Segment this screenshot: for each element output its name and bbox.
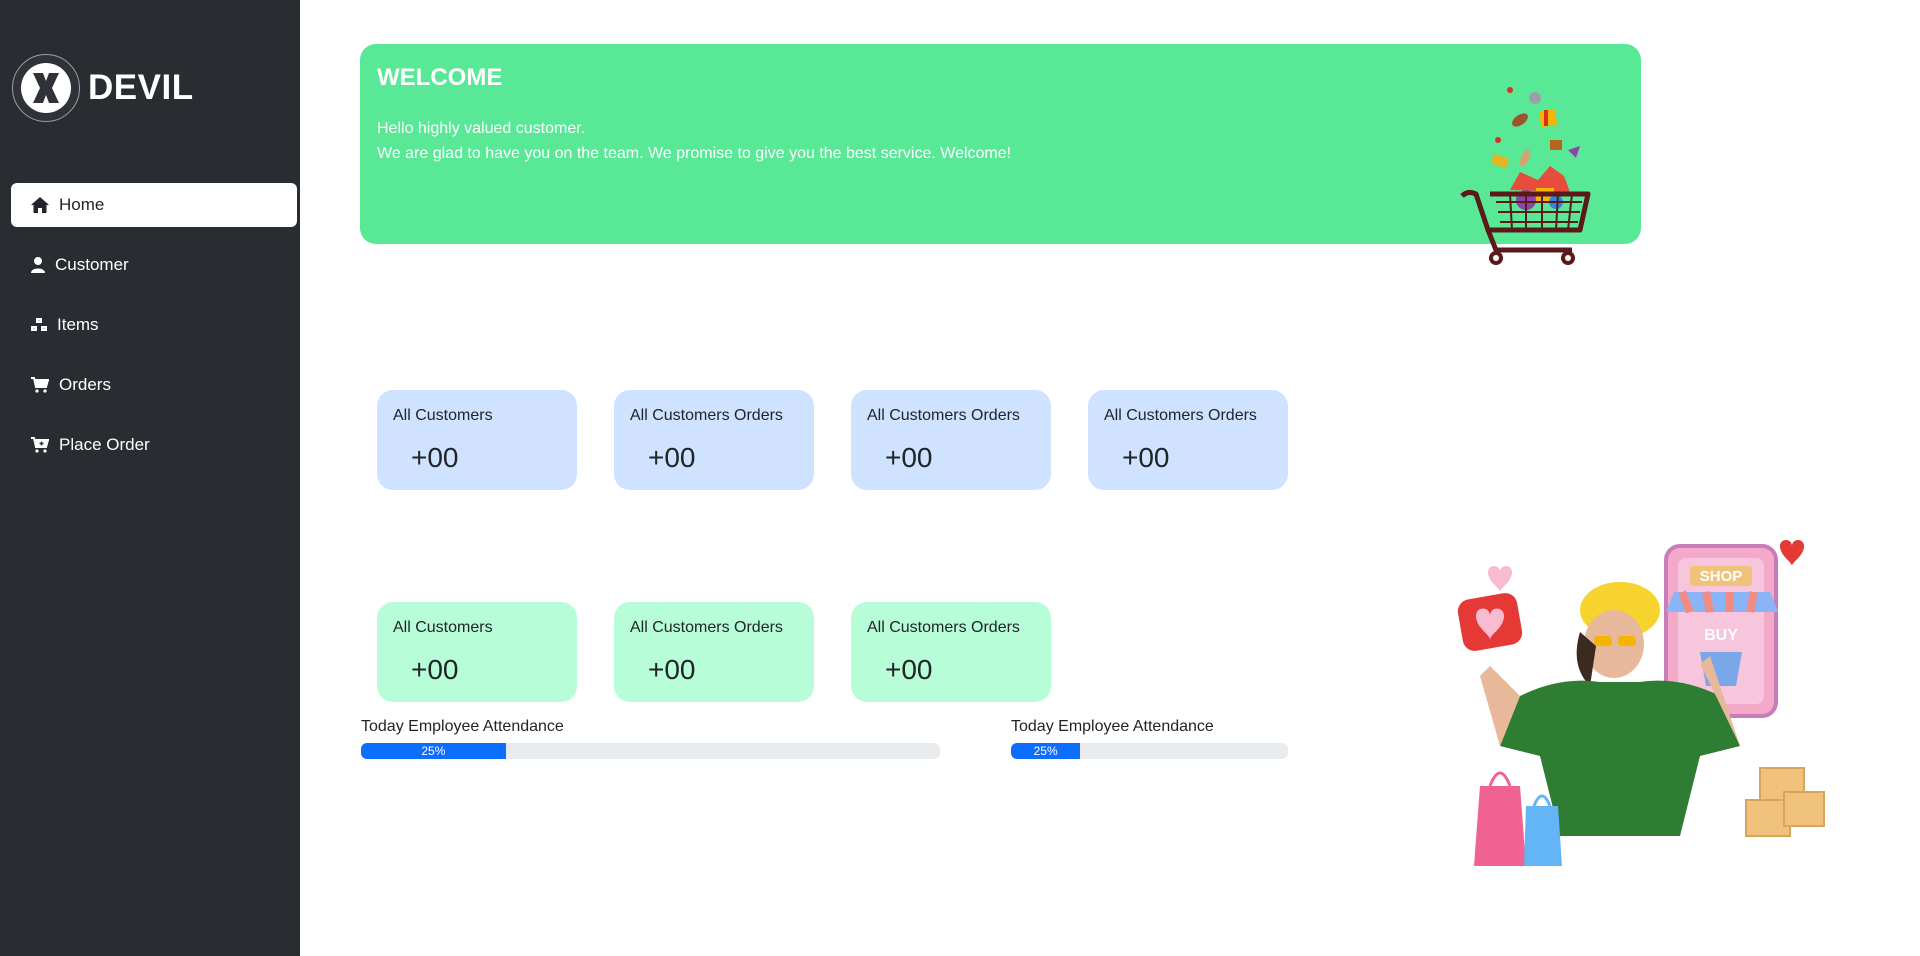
welcome-line-1: Hello highly valued customer. (377, 120, 586, 137)
stat-card[interactable]: All Customers Orders +00 (1088, 390, 1288, 490)
progress-track: 25% (361, 743, 940, 759)
stat-card[interactable]: All Customers Orders +00 (614, 390, 814, 490)
stat-card-value: +00 (411, 654, 459, 685)
x-logo-icon (12, 54, 80, 122)
stat-card-value: +00 (885, 442, 933, 473)
progress-track: 25% (1011, 743, 1288, 759)
svg-text:BUY: BUY (1704, 627, 1738, 644)
shopper-illustration: SHOP BUY (1457, 540, 1825, 866)
sidebar-item-customer[interactable]: Customer (11, 243, 297, 287)
sidebar-item-label: Items (57, 315, 99, 334)
stat-card-value: +00 (648, 442, 696, 473)
stat-card-value: +00 (885, 654, 933, 685)
sidebar-item-label: Home (59, 195, 105, 214)
stat-card-value: +00 (1122, 442, 1170, 473)
sidebar-item-place-order[interactable]: Place Order (11, 423, 297, 467)
sidebar-item-home[interactable]: Home (11, 183, 297, 227)
stat-card-label: All Customers Orders (630, 407, 783, 424)
sidebar-item-label: Orders (59, 375, 111, 394)
progress-label: Today Employee Attendance (1011, 718, 1214, 735)
stat-card[interactable]: All Customers Orders +00 (614, 602, 814, 702)
sidebar-item-label: Customer (55, 255, 129, 274)
welcome-message: Hello highly valued customer. We are gla… (377, 116, 1011, 166)
stat-card[interactable]: All Customers +00 (377, 602, 577, 702)
stat-card[interactable]: All Customers Orders +00 (851, 602, 1051, 702)
attendance-progress: Today Employee Attendance 25% (361, 718, 940, 759)
stat-card-value: +00 (648, 654, 696, 685)
brand[interactable]: DEVIL (12, 54, 194, 122)
welcome-banner: WELCOME Hello highly valued customer. We… (360, 44, 1641, 265)
stat-card-label: All Customers (393, 407, 493, 424)
brand-name: DEVIL (88, 68, 194, 107)
stat-card[interactable]: All Customers Orders +00 (851, 390, 1051, 490)
stat-card[interactable]: All Customers +00 (377, 390, 577, 490)
stat-card-value: +00 (411, 442, 459, 473)
sidebar-item-orders[interactable]: Orders (11, 363, 297, 407)
sidebar-item-items[interactable]: Items (11, 303, 297, 347)
stat-card-label: All Customers Orders (867, 619, 1020, 636)
welcome-title: WELCOME (377, 64, 503, 91)
stat-card-label: All Customers (393, 619, 493, 636)
stat-card-label: All Customers Orders (630, 619, 783, 636)
progress-fill: 25% (361, 743, 506, 759)
sidebar: DEVIL Home Customer Items Orders Place O… (0, 0, 300, 956)
cart-icon (31, 377, 49, 393)
stat-card-label: All Customers Orders (1104, 407, 1257, 424)
welcome-line-2: We are glad to have you on the team. We … (377, 145, 1012, 162)
sidebar-item-label: Place Order (59, 435, 150, 454)
cart-plus-icon (31, 437, 49, 453)
stat-card-label: All Customers Orders (867, 407, 1020, 424)
progress-label: Today Employee Attendance (361, 718, 564, 735)
sidebar-nav: Home Customer Items Orders Place Order (11, 183, 297, 483)
progress-fill: 25% (1011, 743, 1081, 759)
user-icon (31, 257, 45, 273)
attendance-progress: Today Employee Attendance 25% (1011, 718, 1288, 759)
svg-text:SHOP: SHOP (1700, 568, 1743, 585)
boxes-icon (31, 318, 47, 331)
home-icon (31, 197, 49, 213)
shopping-cart-illustration (1460, 87, 1591, 265)
